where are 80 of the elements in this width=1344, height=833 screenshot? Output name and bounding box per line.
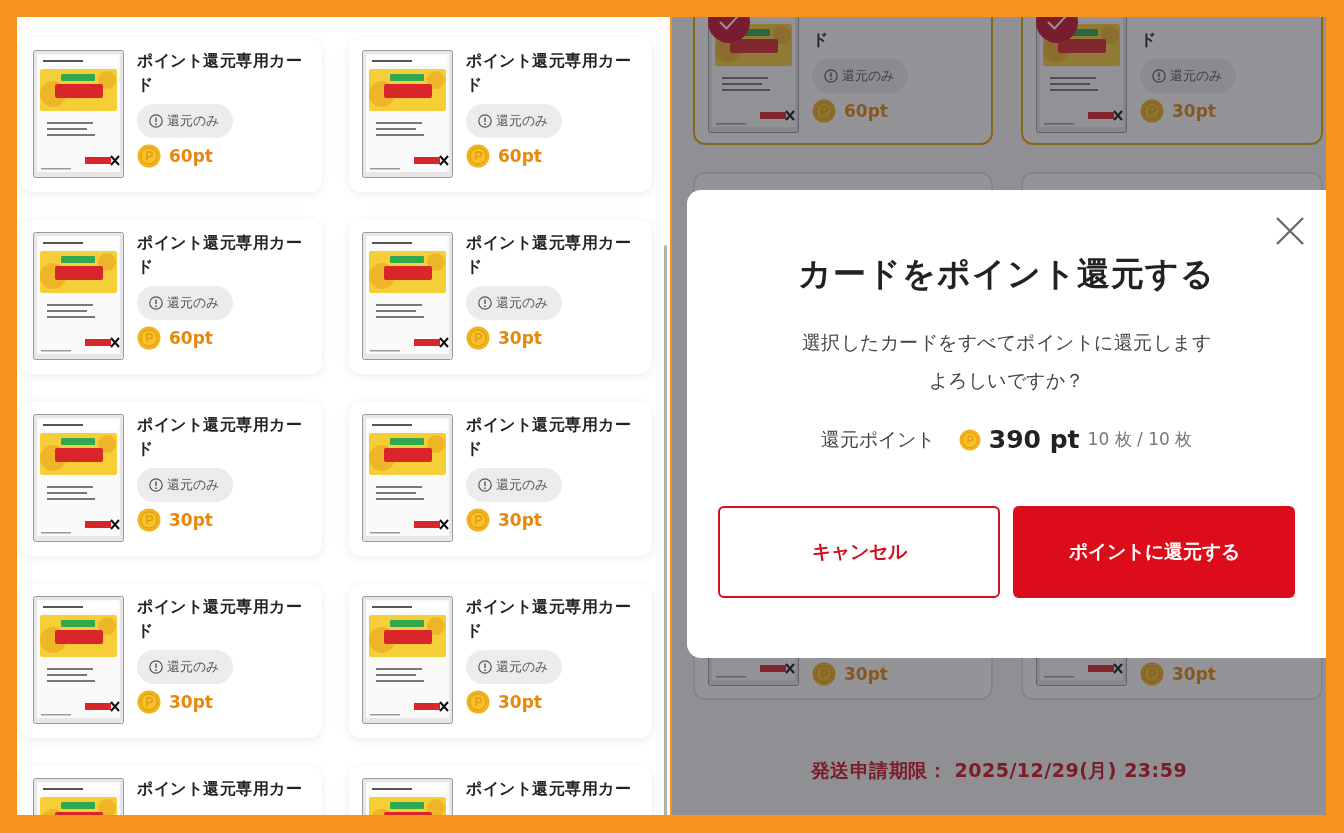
card-title: ポイント還元専用カード [137, 232, 303, 278]
points-value: 60pt [498, 146, 542, 166]
coin-icon [466, 144, 490, 168]
dialog-title: カードをポイント還元する [797, 253, 1216, 295]
close-icon[interactable] [1275, 216, 1305, 246]
card-title: ド [1140, 29, 1158, 51]
card-item[interactable]: ポイント還元専用カード 還元のみ 30pt [349, 402, 652, 556]
card-title: ポイント還元専用カード [137, 414, 303, 460]
badge-label: 還元のみ [1170, 67, 1222, 85]
info-icon [149, 478, 163, 492]
card-item[interactable]: ポイント還元専用カード 還元のみ 30pt [349, 584, 652, 738]
deadline-text: 発送申請期限： 2025/12/29(月) 23:59 [809, 758, 1189, 783]
card-title: ポイント還元専用カード [466, 50, 632, 96]
card-item[interactable]: ポイント還元専用カー [349, 766, 652, 815]
badge-label: 還元のみ [496, 476, 548, 494]
info-icon [478, 114, 492, 128]
coin-icon [466, 690, 490, 714]
card-title: ポイント還元専用カード [137, 50, 303, 96]
points-value: 30pt [844, 664, 888, 684]
badge-label: 還元のみ [496, 294, 548, 312]
card-item[interactable]: ポイント還元専用カード 還元のみ 60pt [349, 38, 652, 192]
coin-icon [137, 144, 161, 168]
badge-label: 還元のみ [167, 112, 219, 130]
points-value: 60pt [169, 328, 213, 348]
info-icon [478, 478, 492, 492]
info-icon [149, 660, 163, 674]
points-value: 30pt [498, 692, 542, 712]
badge-label: 還元のみ [496, 658, 548, 676]
info-icon [149, 114, 163, 128]
card-count: 10 枚 / 10 枚 [1087, 428, 1193, 451]
badge-label: 還元のみ [842, 67, 894, 85]
card-title: ポイント還元専用カード [466, 596, 632, 642]
card-item[interactable]: ポイント還元専用カー [20, 766, 322, 815]
info-icon [478, 660, 492, 674]
points-value: 60pt [169, 146, 213, 166]
scrollbar[interactable] [664, 245, 667, 815]
card-title: ド [812, 29, 830, 51]
badge-label: 還元のみ [167, 658, 219, 676]
coin-icon [466, 326, 490, 350]
card-title: ポイント還元専用カー [466, 778, 632, 800]
points-value: 30pt [1172, 101, 1216, 121]
card-title: ポイント還元専用カー [137, 778, 303, 800]
info-icon [824, 69, 838, 83]
badge-label: 還元のみ [496, 112, 548, 130]
points-value: 30pt [498, 328, 542, 348]
card-item[interactable]: ド 還元のみ 60pt [693, 17, 993, 145]
dialog-message: 選択したカードをすべてポイントに還元します [800, 330, 1213, 355]
points-value: 30pt [169, 692, 213, 712]
card-item[interactable]: ポイント還元専用カード 還元のみ 60pt [20, 220, 322, 374]
info-icon [478, 296, 492, 310]
card-title: ポイント還元専用カード [137, 596, 303, 642]
info-icon [1152, 69, 1166, 83]
card-title: ポイント還元専用カード [466, 232, 632, 278]
dialog-message: よろしいですか？ [927, 368, 1086, 393]
points-value: 30pt [169, 510, 213, 530]
coin-icon [958, 428, 981, 451]
card-item[interactable]: ポイント還元専用カード 還元のみ 30pt [20, 584, 322, 738]
badge-label: 還元のみ [167, 476, 219, 494]
coin-icon [137, 690, 161, 714]
coin-icon [812, 662, 836, 686]
points-value: 30pt [498, 510, 542, 530]
coin-icon [1140, 662, 1164, 686]
coin-icon [1140, 99, 1164, 123]
coin-icon [466, 508, 490, 532]
card-item[interactable]: ポイント還元専用カード 還元のみ 30pt [20, 402, 322, 556]
points-value: 30pt [1172, 664, 1216, 684]
card-item[interactable]: ポイント還元専用カード 還元のみ 30pt [349, 220, 652, 374]
badge-label: 還元のみ [167, 294, 219, 312]
cancel-button[interactable]: キャンセル [718, 506, 1000, 598]
confirm-button[interactable]: ポイントに還元する [1013, 506, 1295, 598]
card-item[interactable]: ポイント還元専用カード 還元のみ 60pt [20, 38, 322, 192]
info-icon [149, 296, 163, 310]
total-points: 390 pt [988, 425, 1080, 454]
card-item[interactable]: ド 還元のみ 30pt [1021, 17, 1323, 145]
card-title: ポイント還元専用カード [466, 414, 632, 460]
coin-icon [137, 508, 161, 532]
summary-label: 還元ポイント [820, 426, 935, 452]
points-value: 60pt [844, 101, 888, 121]
coin-icon [137, 326, 161, 350]
coin-icon [812, 99, 836, 123]
